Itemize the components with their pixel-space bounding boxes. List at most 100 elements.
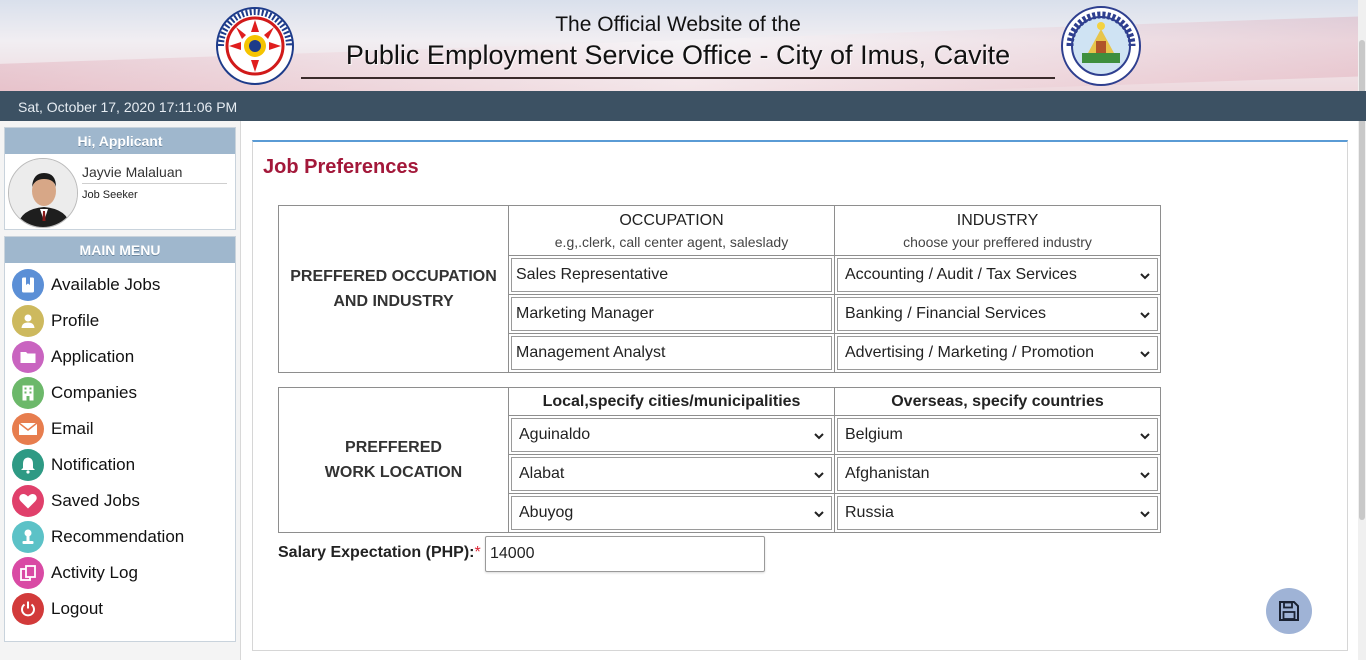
menu-item-label: Profile <box>51 311 100 330</box>
industry-select-value: Banking / Financial Services <box>845 305 1046 322</box>
avatar-photo <box>9 159 77 227</box>
local-select-1[interactable]: Aguinaldo <box>511 418 832 452</box>
avatar[interactable] <box>8 158 78 228</box>
chevron-down-icon <box>1140 273 1150 280</box>
local-select-2[interactable]: Alabat <box>511 457 832 491</box>
industry-select-3[interactable]: Advertising / Marketing / Promotion <box>837 336 1158 370</box>
power-icon <box>12 593 44 625</box>
menu-item-notification[interactable]: Notification <box>5 447 235 483</box>
industry-select-2[interactable]: Banking / Financial Services <box>837 297 1158 331</box>
industry-header-hint: choose your preffered industry <box>903 233 1092 250</box>
local-select-3[interactable]: Abuyog <box>511 496 832 530</box>
industry-cell: Accounting / Audit / Tax Services <box>834 255 1161 295</box>
location-section-label: PREFFERED WORK LOCATION <box>278 387 509 533</box>
menu-item-label: Companies <box>51 383 137 402</box>
work-location-table: PREFFERED WORK LOCATION Local,specify ci… <box>278 387 1161 533</box>
folder-icon <box>12 341 44 373</box>
overseas-select-value: Afghanistan <box>845 465 930 482</box>
local-select-value: Abuyog <box>519 504 574 521</box>
overseas-cell: Afghanistan <box>834 454 1161 494</box>
header-divider <box>301 77 1055 79</box>
overseas-cell: Belgium <box>834 415 1161 455</box>
menu-item-label: Recommendation <box>51 527 185 546</box>
industry-cell: Advertising / Marketing / Promotion <box>834 333 1161 373</box>
page-title: Job Preferences <box>263 156 419 178</box>
menu-item-activity-log[interactable]: Activity Log <box>5 555 235 591</box>
main-menu-title: MAIN MENU <box>5 237 235 263</box>
overseas-select-3[interactable]: Russia <box>837 496 1158 530</box>
occupation-input-3[interactable]: Management Analyst <box>511 336 832 370</box>
menu-item-label: Application <box>51 347 135 366</box>
occupation-input-2[interactable]: Marketing Manager <box>511 297 832 331</box>
chevron-down-icon <box>814 472 824 479</box>
bookmark-icon <box>12 269 44 301</box>
local-cell: Abuyog <box>508 493 835 533</box>
menu-item-logout[interactable]: Logout <box>5 591 235 627</box>
main-menu: MAIN MENU Available Jobs Profile Applica… <box>4 236 236 642</box>
industry-select-value: Accounting / Audit / Tax Services <box>845 266 1077 283</box>
main-menu-list: Available Jobs Profile Application Compa… <box>5 263 235 627</box>
menu-item-companies[interactable]: Companies <box>5 375 235 411</box>
overseas-cell: Russia <box>834 493 1161 533</box>
occupation-column-header: OCCUPATION e.g,.clerk, call center agent… <box>508 205 835 256</box>
overseas-select-1[interactable]: Belgium <box>837 418 1158 452</box>
site-header: The Official Website of the Public Emplo… <box>0 0 1366 91</box>
chevron-down-icon <box>1140 312 1150 319</box>
chevron-down-icon <box>814 433 824 440</box>
menu-item-application[interactable]: Application <box>5 339 235 375</box>
envelope-icon <box>12 413 44 445</box>
user-role: Job Seeker <box>82 189 138 201</box>
menu-item-label: Saved Jobs <box>51 491 140 510</box>
local-column-header: Local,specify cities/municipalities <box>508 387 835 416</box>
chevron-down-icon <box>1140 472 1150 479</box>
menu-item-email[interactable]: Email <box>5 411 235 447</box>
peso-logo <box>216 7 294 85</box>
overseas-select-2[interactable]: Afghanistan <box>837 457 1158 491</box>
overseas-select-value: Belgium <box>845 426 903 443</box>
menu-item-label: Logout <box>51 599 103 618</box>
user-name: Jayvie Malaluan <box>82 164 183 180</box>
user-panel: Hi, Applicant Jayvie Malaluan Job Seeker <box>4 127 236 230</box>
occupation-input-1[interactable]: Sales Representative <box>511 258 832 292</box>
copy-icon <box>12 557 44 589</box>
industry-column-header: INDUSTRY choose your preffered industry <box>834 205 1161 256</box>
occupation-section-label: PREFFERED OCCUPATION AND INDUSTRY <box>278 205 509 373</box>
date-bar: Sat, October 17, 2020 17:11:06 PM <box>0 91 1366 121</box>
menu-item-label: Email <box>51 419 94 438</box>
local-cell: Aguinaldo <box>508 415 835 455</box>
salary-label: Salary Expectation (PHP):* <box>278 544 481 562</box>
header-title: Public Employment Service Office - City … <box>345 40 1011 70</box>
user-panel-greeting: Hi, Applicant <box>5 128 235 154</box>
bell-icon <box>12 449 44 481</box>
chevron-down-icon <box>1140 511 1150 518</box>
award-icon <box>12 521 44 553</box>
floppy-disk-icon <box>1279 601 1299 621</box>
industry-cell: Banking / Financial Services <box>834 294 1161 334</box>
required-mark: * <box>474 544 481 561</box>
industry-header-text: INDUSTRY <box>956 211 1039 229</box>
industry-select-1[interactable]: Accounting / Audit / Tax Services <box>837 258 1158 292</box>
user-icon <box>12 305 44 337</box>
salary-input[interactable]: 14000 <box>485 536 765 572</box>
occupation-header-hint: e.g,.clerk, call center agent, saleslady <box>554 233 789 250</box>
occupation-cell: Sales Representative <box>508 255 835 295</box>
overseas-column-header: Overseas, specify countries <box>834 387 1161 416</box>
header-subtitle: The Official Website of the <box>555 13 801 36</box>
menu-item-recommendation[interactable]: Recommendation <box>5 519 235 555</box>
overseas-select-value: Russia <box>845 504 894 521</box>
menu-item-label: Notification <box>51 455 136 474</box>
menu-item-available-jobs[interactable]: Available Jobs <box>5 267 235 303</box>
chevron-down-icon <box>1140 351 1150 358</box>
menu-item-label: Activity Log <box>51 563 138 582</box>
menu-item-saved-jobs[interactable]: Saved Jobs <box>5 483 235 519</box>
heart-icon <box>12 485 44 517</box>
current-datetime: Sat, October 17, 2020 17:11:06 PM <box>18 99 238 115</box>
salary-label-text: Salary Expectation (PHP): <box>278 544 475 561</box>
chevron-down-icon <box>1140 433 1150 440</box>
occupation-header-text: OCCUPATION <box>619 211 724 229</box>
save-button[interactable] <box>1266 588 1312 634</box>
menu-item-profile[interactable]: Profile <box>5 303 235 339</box>
menu-item-label: Available Jobs <box>51 275 161 294</box>
building-icon <box>12 377 44 409</box>
user-divider <box>82 183 227 184</box>
